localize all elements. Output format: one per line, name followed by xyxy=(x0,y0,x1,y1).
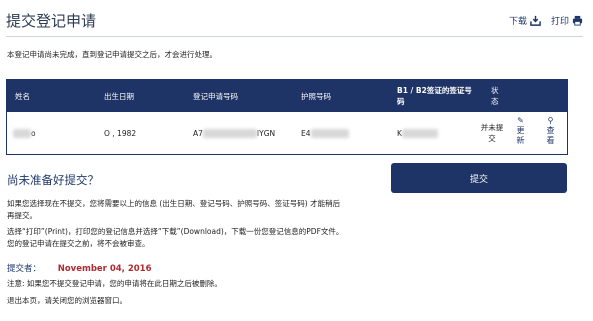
col-name: 姓名 xyxy=(15,91,30,101)
redacted-block xyxy=(202,128,257,138)
header-divider xyxy=(6,36,583,37)
download-icon xyxy=(530,15,541,26)
cell-name: o xyxy=(13,112,36,154)
exit-note: 退出本页，请关闭您的浏览器窗口。 xyxy=(7,296,127,305)
col-app-no: 登记申请号码 xyxy=(193,91,238,101)
printer-icon xyxy=(572,15,583,26)
col-status: 状态 xyxy=(491,86,499,106)
view-label: 查看 xyxy=(546,126,555,145)
magnifier-icon: ⚲ xyxy=(547,116,554,125)
print-label: 打印 xyxy=(550,17,569,27)
pencil-icon: ✎ xyxy=(517,116,524,125)
print-button[interactable]: 打印 xyxy=(551,14,583,27)
redacted-block xyxy=(310,128,349,138)
col-visa: B1 / B2签证的签证号码 xyxy=(397,86,472,106)
status-badge: 并未提交 xyxy=(480,123,504,143)
applications-table: 姓名 出生日期 登记申请号码 护照号码 B1 / B2签证的签证号码 状态 o … xyxy=(6,79,568,155)
app-no-prefix: A7 xyxy=(193,128,203,138)
update-button[interactable]: ✎ 更新 xyxy=(516,116,525,146)
info-paragraph-1: 如果您选择现在不提交，您将需要以上的信息 (出生日期、登记号码、护照号码、签证号… xyxy=(7,199,341,220)
cell-visa: K xyxy=(397,112,438,154)
col-passport: 护照号码 xyxy=(301,91,331,101)
info-paragraph-2: 选择“打印”(Print)，打印您的登记信息并选择“下载”(Download)，… xyxy=(7,227,344,248)
app-no-suffix: IYGN xyxy=(256,128,276,138)
table-header: 姓名 出生日期 登记申请号码 护照号码 B1 / B2签证的签证号码 状态 xyxy=(7,80,567,112)
cell-app-no: A7 IYGN xyxy=(193,112,275,154)
download-label: 下载 xyxy=(508,17,527,27)
submit-by-label: 提交者： xyxy=(7,264,42,274)
intro-text: 本登记申请尚未完成，直到登记申请提交之后，才会进行处理。 xyxy=(7,50,217,59)
header-actions: 下载 打印 xyxy=(509,14,583,27)
cell-passport: E4 xyxy=(301,112,349,154)
submit-button[interactable]: 提交 xyxy=(391,163,567,193)
download-button[interactable]: 下载 xyxy=(509,14,541,27)
col-dob: 出生日期 xyxy=(104,91,134,101)
not-ready-title: 尚未准备好提交？ xyxy=(7,173,99,187)
name-text: o xyxy=(31,128,36,138)
cell-dob: O , 1982 xyxy=(104,128,137,138)
view-button[interactable]: ⚲ 查看 xyxy=(546,116,555,146)
redacted-block xyxy=(13,128,31,138)
redacted-block xyxy=(401,128,438,138)
table-row: o O , 1982 A7 IYGN E4 K 并未提交 ✎ 更新 ⚲ 查看 xyxy=(7,112,567,154)
deletion-note: 注意: 如果您不提交登记申请，您的申请将在此日期之后被删除。 xyxy=(7,279,222,288)
submit-by-date: November 04, 2016 xyxy=(57,264,152,274)
submit-by: 提交者： November 04, 2016 xyxy=(7,262,152,274)
update-label: 更新 xyxy=(516,126,525,145)
page-title: 提交登记申请 xyxy=(6,12,97,30)
passport-prefix: E4 xyxy=(301,128,311,138)
